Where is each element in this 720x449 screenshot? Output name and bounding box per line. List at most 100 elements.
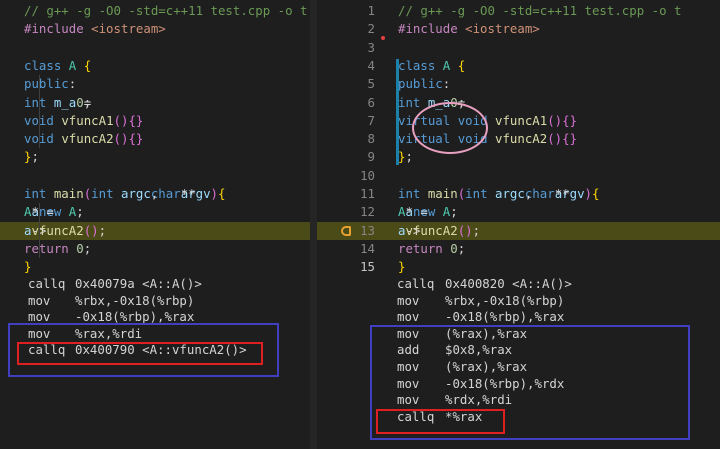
code-token: ; (450, 204, 458, 220)
left-annotation-red-box (17, 342, 263, 365)
code-token: A (442, 204, 451, 220)
code-token: ** (554, 186, 578, 201)
code-text: a->vfuncA2(); (398, 222, 480, 240)
asm-instruction[interactable]: mov -0x18(%rbp),%rax (317, 309, 720, 325)
code-line[interactable]: 5 public: (317, 75, 720, 93)
code-token: : (68, 76, 77, 92)
code-line[interactable]: 8 virtual void vfuncA2() {} (317, 130, 720, 148)
pane-divider[interactable] (310, 0, 317, 449)
breakpoint-icon[interactable] (341, 225, 351, 236)
code-line[interactable]: void vfuncA1() {} (0, 112, 310, 130)
code-line[interactable]: 3 (317, 39, 720, 57)
code-line[interactable] (0, 167, 310, 185)
code-token: -> (405, 222, 421, 238)
code-text: void vfuncA2() {} (24, 130, 143, 148)
code-token: main (53, 186, 84, 201)
code-token: ) (584, 186, 592, 201)
code-token: () (113, 131, 129, 147)
asm-instruction[interactable]: callq 0x400820 <A::A()> (317, 276, 720, 292)
code-line[interactable]: #include <iostream> (0, 20, 310, 38)
code-token: #include (398, 21, 466, 37)
code-line[interactable]: a->vfuncA2(); (0, 221, 310, 240)
code-token: 0 (76, 240, 84, 256)
code-token: argc (121, 186, 151, 201)
asm-operands: %rbx,-0x18(%rbp) (75, 292, 195, 308)
line-number[interactable]: 4 (345, 57, 375, 75)
right-annotation-red-box (376, 409, 505, 434)
line-number[interactable]: 7 (345, 112, 375, 130)
code-token: int (465, 186, 495, 201)
code-token: ; (98, 222, 107, 238)
asm-opcode: mov (397, 292, 420, 308)
code-token: ; (472, 222, 481, 238)
code-token: class (398, 57, 443, 73)
code-line[interactable]: void vfuncA2() {} (0, 130, 310, 148)
indent-guide (39, 75, 40, 149)
code-line[interactable]: 12 A * a = new A; (317, 203, 720, 221)
line-number[interactable]: 6 (345, 94, 375, 112)
code-text: return 0; (398, 240, 465, 258)
code-token: argc (495, 186, 525, 201)
line-number[interactable]: 11 (345, 185, 375, 203)
code-token: ; (31, 149, 39, 165)
asm-instruction[interactable]: mov %rbx,-0x18(%rbp) (317, 293, 720, 309)
code-line[interactable]: class A { (0, 57, 310, 75)
modified-line-indicator (396, 58, 399, 165)
line-number[interactable]: 5 (345, 75, 375, 93)
code-token: () (113, 112, 129, 128)
code-token: { (83, 57, 92, 73)
code-token: ; (457, 240, 466, 256)
code-token: { (457, 57, 466, 73)
code-text: return 0; (24, 240, 91, 258)
code-line[interactable]: 2 #include <iostream> (317, 20, 720, 38)
code-token: , (524, 186, 540, 201)
asm-instruction[interactable]: callq 0x40079a <A::A()> (0, 276, 310, 292)
code-token: () (547, 131, 563, 147)
line-number[interactable]: 14 (345, 240, 375, 258)
asm-instruction[interactable]: mov %rbx,-0x18(%rbp) (0, 293, 310, 309)
code-line[interactable]: 14 return 0; (317, 240, 720, 258)
code-line[interactable]: 10 (317, 167, 720, 185)
indent-guide (39, 203, 40, 259)
code-line[interactable]: 1 // g++ -g -O0 -std=c++11 test.cpp -o t (317, 2, 720, 20)
line-number[interactable]: 9 (345, 148, 375, 166)
line-number[interactable]: 12 (345, 203, 375, 221)
code-token: ) (210, 186, 218, 201)
code-line[interactable]: 13 a -> vfuncA2(); (317, 221, 720, 240)
line-number[interactable]: 2 (345, 20, 375, 38)
code-line[interactable]: return 0; (0, 240, 310, 258)
code-line[interactable]: }; (0, 148, 310, 166)
code-token: , (150, 186, 166, 201)
code-token: ; (405, 149, 413, 165)
code-token: #include (24, 21, 92, 37)
asm-operands: -0x18(%rbp),%rax (445, 309, 565, 325)
code-line[interactable]: // g++ -g -O0 -std=c++11 test.cpp -o t (0, 2, 310, 20)
code-token: <iostream> (465, 21, 540, 37)
code-line[interactable]: int m_a = 0; (0, 94, 310, 112)
line-number[interactable]: 10 (345, 167, 375, 185)
code-token: int (24, 186, 54, 201)
code-line[interactable]: int main(int argc, char ** argv) { (0, 185, 310, 203)
asm-operands: 0x400820 <A::A()> (445, 276, 572, 291)
code-line[interactable]: 9}; (317, 148, 720, 166)
code-token: ; (83, 94, 92, 110)
line-number[interactable]: 3 (345, 39, 375, 57)
code-line[interactable]: public: (0, 75, 310, 93)
code-line[interactable]: 11 int main(int argc, char ** argv) { (317, 185, 720, 203)
code-line[interactable]: 6 int m_a = 0; (317, 94, 720, 112)
code-token: : (442, 76, 451, 92)
code-line[interactable]: 4 class A { (317, 57, 720, 75)
code-token: int (398, 186, 428, 201)
code-line[interactable]: A * a = new A; (0, 203, 310, 221)
code-line[interactable]: 7 virtual void vfuncA1() {} (317, 112, 720, 130)
code-line[interactable] (0, 39, 310, 57)
line-number[interactable]: 8 (345, 130, 375, 148)
code-text: int m_a = 0; (24, 94, 91, 112)
code-token: <iostream> (91, 21, 166, 37)
line-number[interactable]: 1 (345, 2, 375, 20)
